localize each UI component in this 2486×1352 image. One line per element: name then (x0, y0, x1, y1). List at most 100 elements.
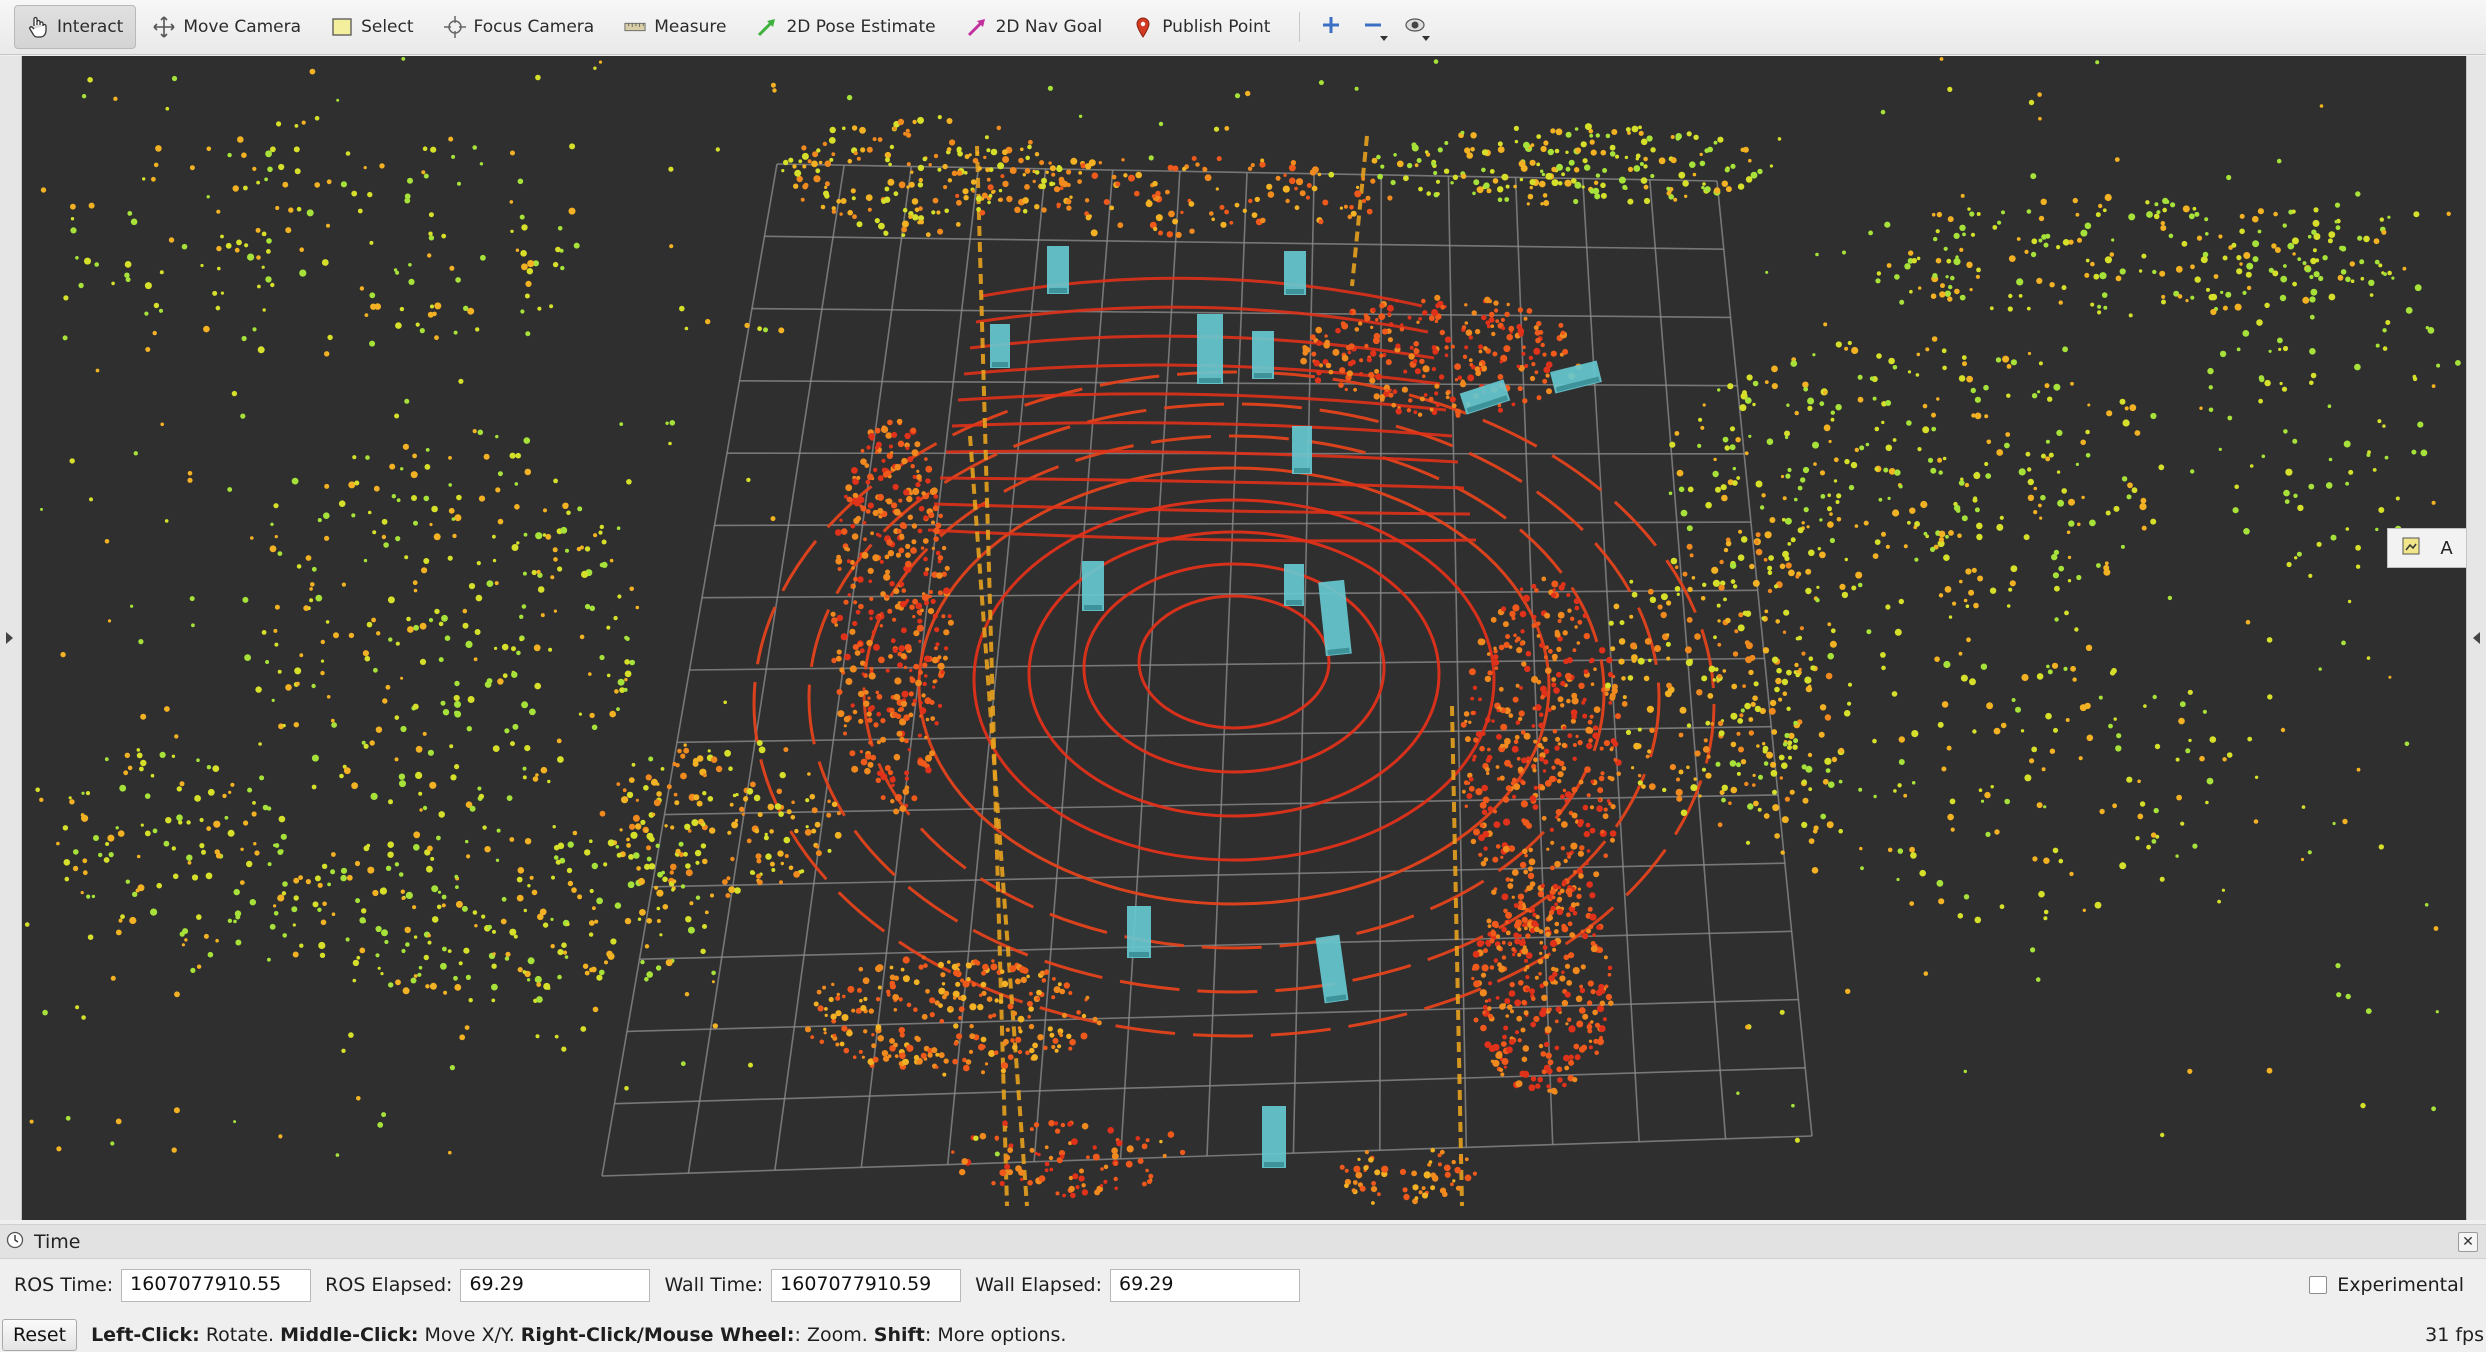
ros-time-field[interactable]: 1607077910.55 (121, 1268, 312, 1302)
lidar-point (1455, 1185, 1462, 1191)
lidar-point (899, 706, 904, 712)
right-dock-collapse-strip[interactable] (2466, 56, 2486, 1220)
lidar-point (1219, 204, 1225, 210)
select-tool-button[interactable]: Select (318, 5, 426, 49)
reset-button[interactable]: Reset (2, 1319, 78, 1351)
lidar-point (345, 151, 351, 156)
lidar-point (792, 164, 797, 169)
lidar-point (1640, 177, 1648, 184)
lidar-point (1057, 1044, 1062, 1049)
lidar-point (2355, 191, 2361, 197)
3d-render-viewport[interactable]: A (22, 56, 2466, 1220)
2d-pose-estimate-tool-button[interactable]: 2D Pose Estimate (743, 5, 948, 49)
hint-text: : More options. (924, 1324, 1067, 1346)
lidar-point (1885, 400, 1892, 406)
expand-left-arrow-icon[interactable] (6, 632, 13, 644)
lidar-point (1891, 691, 1898, 697)
lidar-point (1502, 621, 1509, 628)
lidar-point (1541, 576, 1547, 582)
lidar-point (1650, 147, 1656, 153)
lidar-point (478, 495, 486, 502)
lidar-point (1669, 764, 1676, 771)
lidar-point (1588, 1045, 1593, 1050)
left-dock-collapse-strip[interactable] (0, 56, 22, 1220)
lidar-point (1368, 1157, 1374, 1163)
lidar-point (1283, 173, 1287, 177)
focus-camera-tool-button[interactable]: Focus Camera (431, 5, 608, 49)
lidar-point (980, 981, 987, 988)
lidar-point (265, 660, 270, 664)
lidar-point (1017, 1015, 1025, 1023)
lidar-point (1479, 989, 1487, 997)
lidar-point (2160, 221, 2165, 226)
lidar-point (1995, 357, 2002, 363)
lidar-point (872, 137, 877, 142)
lidar-point (1081, 1122, 1089, 1130)
lidar-scene (24, 57, 2461, 1207)
lidar-point (1588, 738, 1593, 743)
lidar-point (1006, 1169, 1014, 1176)
lidar-point (871, 1043, 877, 1049)
lidar-point (566, 922, 570, 926)
lidar-point (1407, 315, 1412, 320)
lidar-point (1049, 1167, 1054, 1172)
lidar-point (1722, 669, 1727, 673)
lidar-point (931, 546, 936, 551)
lidar-point (1497, 146, 1505, 153)
lidar-point (1783, 553, 1788, 558)
wall-time-field[interactable]: 1607077910.59 (771, 1268, 962, 1302)
lidar-point (862, 977, 870, 985)
view-options-button[interactable] (1396, 7, 1434, 47)
experimental-checkbox[interactable] (2309, 1276, 2328, 1294)
remove-tool-button[interactable] (1354, 7, 1392, 47)
view-options-icon (1404, 16, 1426, 38)
lidar-point (805, 825, 809, 829)
lidar-point (1481, 784, 1488, 792)
image-icon[interactable] (2401, 536, 2421, 561)
lidar-point (1583, 669, 1589, 675)
close-panel-button[interactable]: ✕ (2458, 1232, 2478, 1252)
lidar-point (1311, 351, 1317, 357)
lidar-point (1778, 754, 1785, 761)
lidar-point (2312, 219, 2320, 227)
lidar-point (2382, 424, 2386, 428)
2d-nav-goal-tool-button[interactable]: 2D Nav Goal (953, 5, 1116, 49)
lidar-point (1851, 585, 1857, 591)
lidar-point (2345, 527, 2350, 531)
lidar-point (1556, 671, 1562, 678)
lidar-point (311, 784, 317, 790)
lidar-point (305, 555, 312, 561)
lidar-point (581, 570, 589, 579)
interact-tool-button[interactable]: Interact (14, 5, 137, 49)
ros-elapsed-field[interactable]: 69.29 (460, 1268, 651, 1302)
lidar-point (878, 534, 882, 538)
lidar-point (1467, 374, 1475, 382)
lidar-point (1070, 157, 1078, 165)
move-camera-tool-button[interactable]: Move Camera (140, 5, 314, 49)
lidar-point (73, 849, 79, 855)
lidar-point (746, 788, 754, 795)
experimental-toggle[interactable]: Experimental (2309, 1267, 2464, 1303)
lidar-point (519, 214, 525, 220)
lidar-point (1543, 759, 1549, 765)
lidar-point (1975, 274, 1980, 279)
lidar-point (257, 284, 261, 289)
lidar-point (1829, 537, 1835, 544)
lidar-point (1513, 739, 1519, 744)
lidar-point (2334, 220, 2338, 224)
add-tool-button[interactable] (1312, 7, 1350, 47)
lidar-point (2029, 758, 2035, 764)
expand-right-arrow-icon[interactable] (2473, 632, 2480, 644)
publish-point-tool-button[interactable]: Publish Point (1119, 5, 1283, 49)
lidar-point (894, 463, 901, 471)
lidar-point (767, 803, 775, 811)
wall-elapsed-field[interactable]: 69.29 (1110, 1268, 1301, 1302)
lidar-point (2005, 432, 2011, 437)
lidar-point (903, 489, 910, 496)
lidar-point (1474, 328, 1481, 335)
text-icon[interactable]: A (2440, 538, 2452, 559)
lidar-point (1808, 684, 1812, 688)
lidar-point (1827, 493, 1831, 498)
lidar-point (2043, 242, 2049, 248)
measure-tool-button[interactable]: Measure (611, 5, 739, 49)
